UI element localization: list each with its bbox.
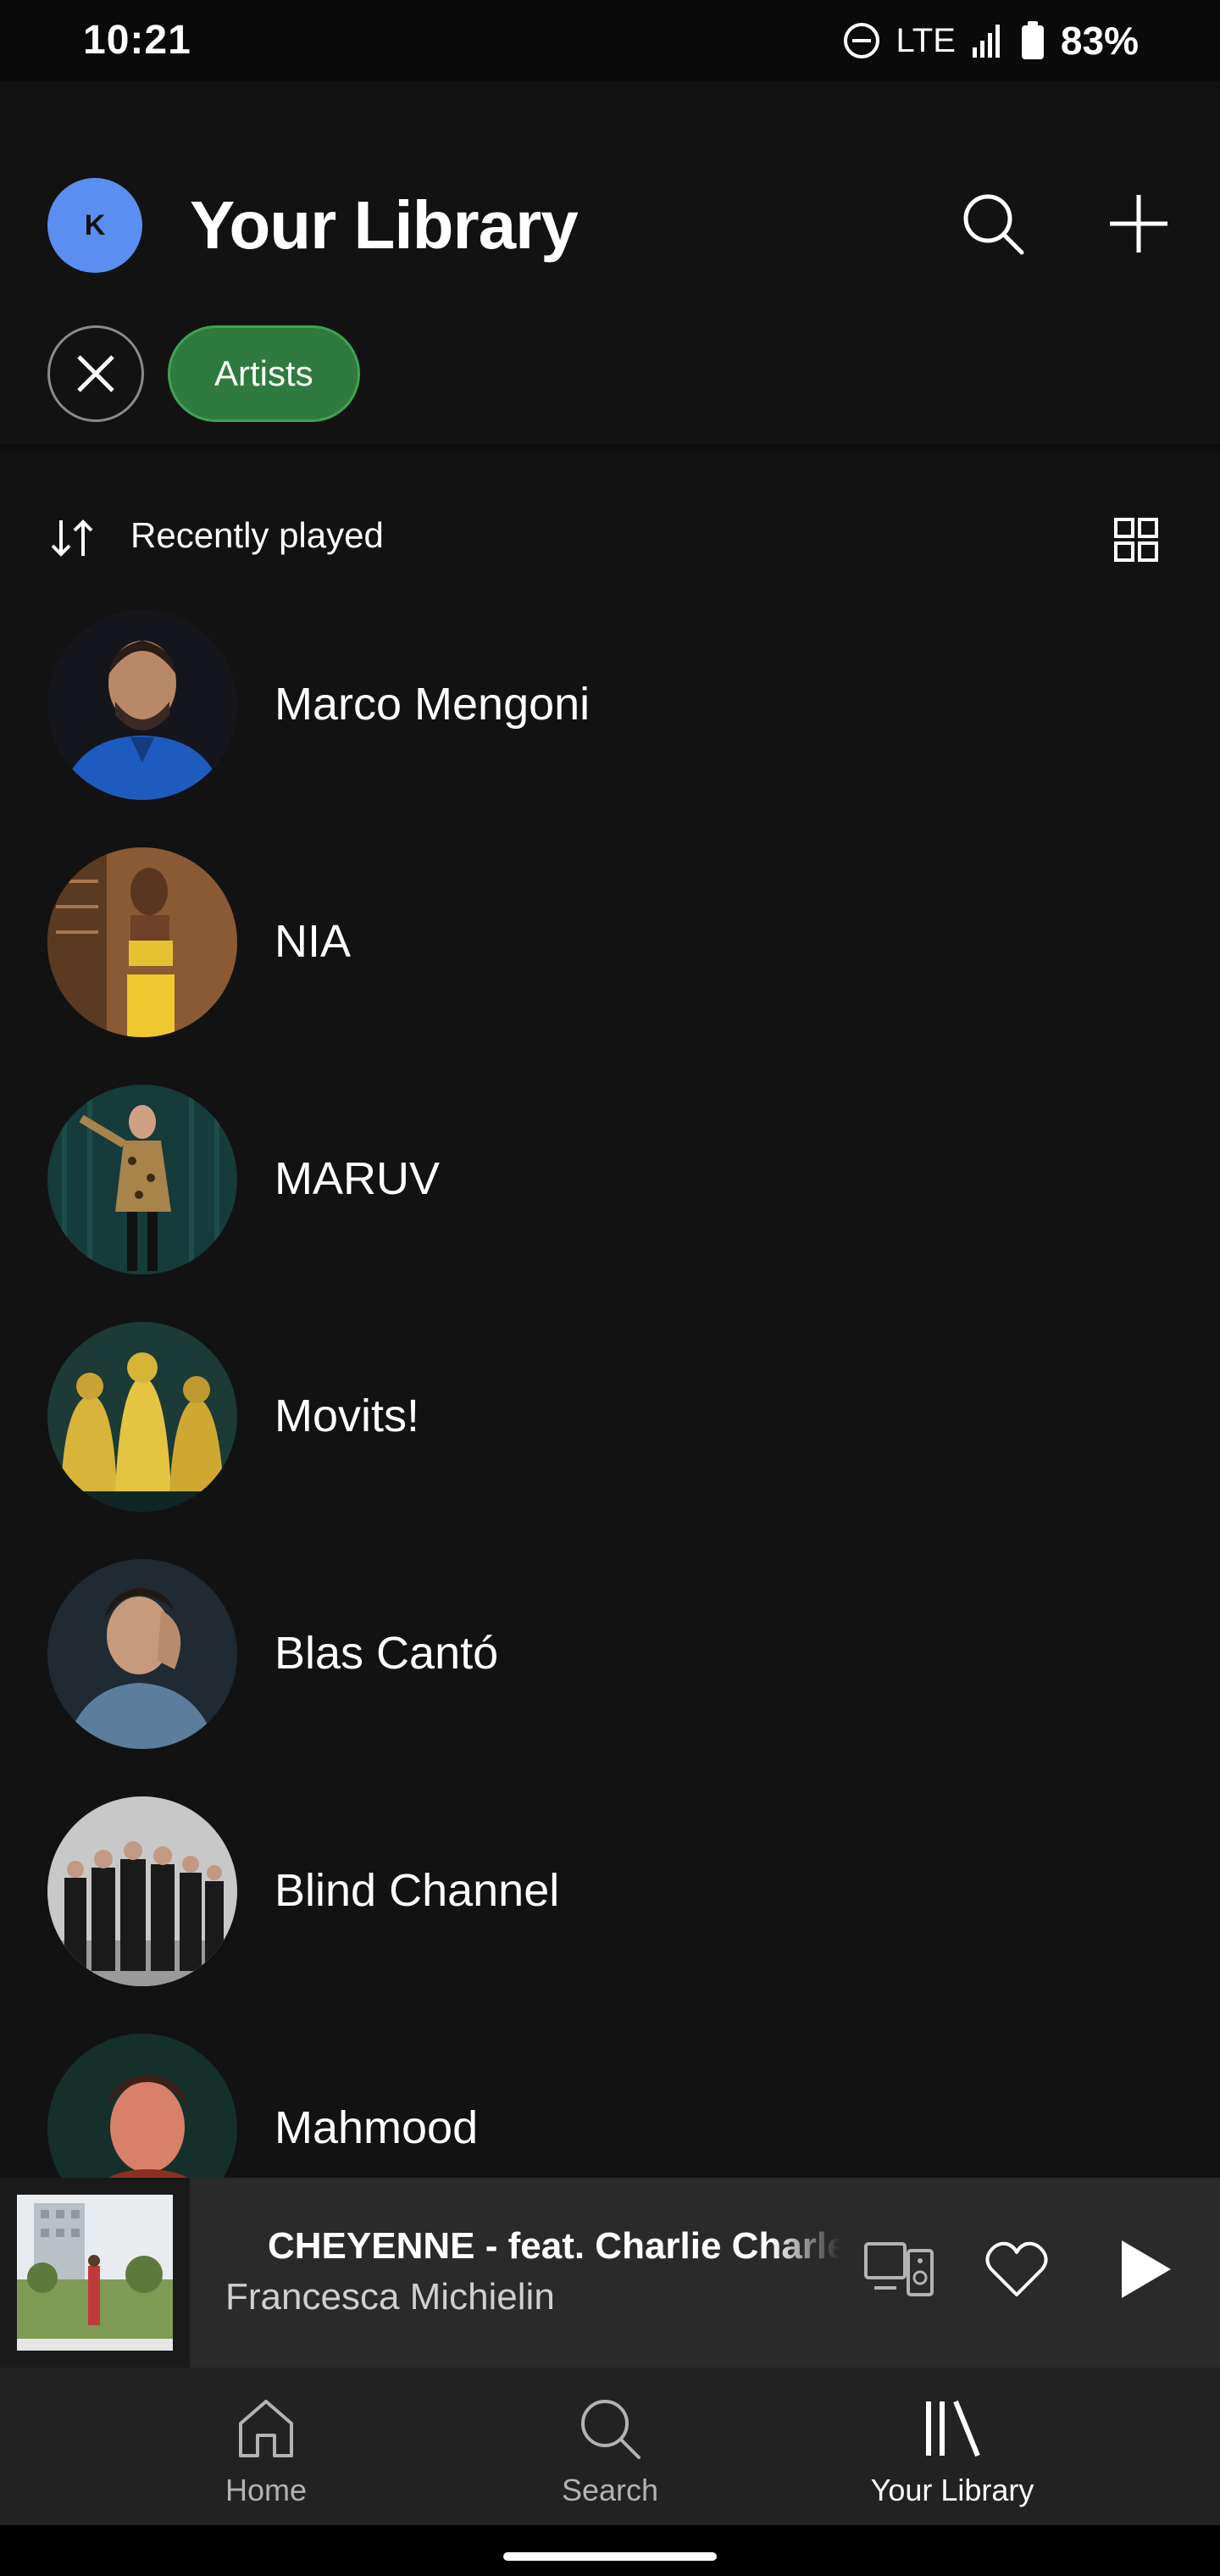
list-item[interactable]: Movits!	[0, 1322, 1220, 1559]
avatar[interactable]: K	[47, 178, 142, 273]
artist-photo	[47, 1322, 237, 1512]
nav-search[interactable]: Search	[483, 2368, 737, 2525]
status-icons: LTE 83%	[842, 17, 1139, 64]
album-art[interactable]	[0, 2178, 190, 2368]
header-divider	[0, 444, 1220, 456]
clear-filter-button[interactable]	[47, 325, 144, 422]
play-icon[interactable]	[1110, 2234, 1178, 2305]
sort-row: Recently played	[0, 500, 1220, 576]
network-type: LTE	[896, 21, 956, 59]
list-item[interactable]: Blind Channel	[0, 1796, 1220, 2034]
list-item[interactable]: Marco Mengoni	[0, 610, 1220, 847]
battery-icon	[1021, 21, 1044, 59]
devices-icon[interactable]	[862, 2239, 935, 2300]
nav-library-label: Your Library	[870, 2473, 1034, 2507]
home-indicator[interactable]	[503, 2552, 717, 2561]
plus-icon[interactable]	[1103, 188, 1174, 259]
gesture-bar	[0, 2525, 1220, 2576]
nav-home[interactable]: Home	[139, 2368, 393, 2525]
artist-name: Marco Mengoni	[274, 679, 591, 730]
nav-search-label: Search	[561, 2473, 659, 2507]
home-icon	[239, 2400, 293, 2457]
battery-percent: 83%	[1060, 19, 1139, 63]
nav-library[interactable]: Your Library	[825, 2368, 1079, 2525]
artist-photo	[47, 2034, 237, 2178]
signal-icon	[972, 25, 1000, 58]
artist-list: Marco Mengoni NIA MARUV Movits! Blas Can…	[0, 610, 1220, 2178]
artist-name: Movits!	[274, 1391, 420, 1441]
artist-name: Blind Channel	[274, 1865, 560, 1916]
close-icon	[77, 355, 114, 392]
now-playing-bar[interactable]: CHEYENNE - feat. Charlie Charles Frances…	[0, 2178, 1220, 2368]
page-title: Your Library	[190, 187, 579, 263]
sort-label[interactable]: Recently played	[130, 515, 384, 556]
nav-home-label: Home	[225, 2473, 308, 2507]
list-item[interactable]: MARUV	[0, 1085, 1220, 1322]
search-icon	[581, 2400, 640, 2459]
bottom-nav: Home Search Your Library	[0, 2368, 1220, 2525]
artist-photo	[47, 610, 237, 800]
artist-name: NIA	[274, 916, 352, 967]
artist-name: MARUV	[274, 1153, 441, 1204]
library-header: K Your Library Artists	[0, 81, 1220, 446]
dnd-icon	[843, 23, 879, 58]
artist-photo	[47, 1085, 237, 1274]
list-item[interactable]: Mahmood	[0, 2034, 1220, 2178]
artist-photo	[47, 1559, 237, 1749]
list-item[interactable]: NIA	[0, 847, 1220, 1085]
list-item[interactable]: Blas Cantó	[0, 1559, 1220, 1796]
artist-photo	[47, 1796, 237, 1986]
search-icon[interactable]	[957, 188, 1029, 259]
artist-name: Mahmood	[274, 2102, 479, 2153]
sort-icon[interactable]	[47, 515, 98, 561]
track-artist: Francesca Michielin	[225, 2276, 555, 2318]
status-time: 10:21	[83, 18, 191, 63]
artist-name: Blas Cantó	[274, 1628, 499, 1679]
library-icon	[926, 2400, 980, 2457]
heart-icon[interactable]	[983, 2239, 1051, 2300]
filter-chip-artists[interactable]: Artists	[168, 325, 360, 422]
grid-view-icon[interactable]	[1113, 517, 1159, 563]
artist-photo	[47, 847, 237, 1037]
status-bar: 10:21 LTE 83%	[0, 0, 1220, 81]
track-title: CHEYENNE - feat. Charlie Charles	[268, 2225, 840, 2267]
